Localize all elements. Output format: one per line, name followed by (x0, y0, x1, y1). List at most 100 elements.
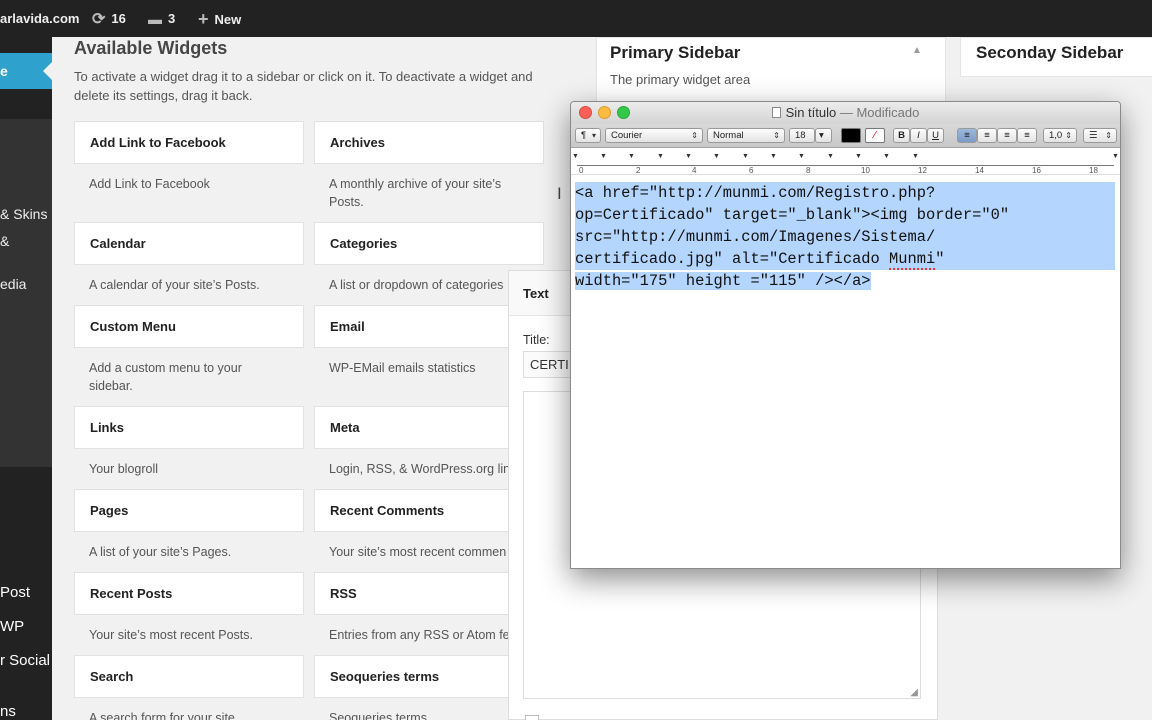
ruler-number: 0 (579, 166, 584, 175)
tab-stop-icon[interactable]: ▼ (713, 153, 720, 160)
tab-stop-icon[interactable]: ▼ (912, 153, 919, 160)
tab-stop-icon[interactable]: ▼ (657, 153, 664, 160)
justify-button[interactable]: ≡ (1017, 128, 1037, 143)
text-widget-header-label: Text (523, 286, 549, 301)
document-name: Sin título (785, 105, 837, 120)
widget-custom-menu[interactable]: Custom Menu (74, 305, 304, 348)
admin-menu: e & Skins & edia Post WP r Social ns (0, 37, 52, 720)
tab-stop-icon[interactable]: ▼ (798, 153, 805, 160)
tab-stop-icon[interactable]: ▼ (770, 153, 777, 160)
secondary-sidebar-title[interactable]: Seconday Sidebar (976, 43, 1123, 63)
font-family-value: Courier (611, 130, 643, 141)
paragraph-styles-button[interactable]: ¶ ▾ (575, 128, 601, 143)
ruler-number: 8 (806, 166, 811, 175)
primary-sidebar-desc: The primary widget area (610, 72, 751, 87)
updates-count: 16 (111, 11, 126, 26)
tab-stop-icon[interactable]: ▼ (742, 153, 749, 160)
tab-stop-icon[interactable]: ▼ (855, 153, 862, 160)
widget-add-link-facebook[interactable]: Add Link to Facebook (74, 121, 304, 164)
comments-link[interactable]: ▬ 3 (148, 0, 175, 37)
modified-status: Modificado (856, 105, 920, 120)
font-size-field[interactable]: 18 (789, 128, 815, 143)
align-center-button[interactable]: ≡ (977, 128, 997, 143)
widget-desc: Add a custom menu to your sidebar. (89, 361, 242, 393)
menu-item-current[interactable]: e (0, 53, 52, 89)
new-label: New (214, 12, 242, 27)
chevron-updown-icon: ⇕ (1065, 131, 1072, 140)
format-toolbar: ¶ ▾ Courier ⇕ Normal ⇕ 18 ▾ ⁄ B I U ≡ ≡ ≡ ≡… (571, 124, 1120, 148)
selected-text: src="http://munmi.com/Imagenes/Sistema/ (575, 226, 1115, 248)
font-style-select[interactable]: Normal ⇕ (707, 128, 785, 143)
auto-paragraph-checkbox[interactable] (525, 715, 539, 720)
widget-desc: A monthly archive of your site’s Posts. (329, 177, 502, 209)
widget-recent-posts[interactable]: Recent Posts (74, 572, 304, 615)
list-bullets-select[interactable]: ☰ ⇕ (1083, 128, 1117, 143)
widget-calendar[interactable]: Calendar (74, 222, 304, 265)
bold-button[interactable]: B (893, 128, 910, 143)
available-widgets-description: To activate a widget drag it to a sideba… (74, 69, 533, 103)
ruler-number: 10 (861, 166, 870, 175)
menu-item-amp[interactable]: & (0, 233, 9, 249)
updates-link[interactable]: ⟳ 16 (92, 0, 126, 37)
tab-stop-icon[interactable]: ▼ (572, 153, 579, 160)
text-color-swatch[interactable] (841, 128, 861, 143)
italic-button[interactable]: I (910, 128, 927, 143)
chevron-updown-icon: ⇕ (1105, 131, 1112, 140)
ruler[interactable]: ▼ ▼ ▼ ▼ ▼ ▼ ▼ ▼ ▼ ▼ ▼ ▼ ▼ ▼ 0 2 4 6 8 10… (571, 149, 1120, 175)
line-spacing-value: 1,0 (1049, 130, 1063, 141)
menu-item-media[interactable]: edia (0, 276, 26, 292)
collapse-caret-icon[interactable]: ▲ (912, 45, 922, 56)
highlight-color-swatch[interactable]: ⁄ (865, 128, 885, 143)
menu-item-post[interactable]: Post (0, 584, 30, 601)
align-center-icon: ≡ (984, 130, 990, 141)
primary-sidebar-title[interactable]: Primary Sidebar (610, 43, 740, 63)
text-line: certificado.jpg" alt="Certificado Munmi" (575, 248, 1115, 270)
chevron-down-icon: ▾ (819, 130, 824, 141)
align-right-button[interactable]: ≡ (997, 128, 1017, 143)
line-spacing-select[interactable]: 1,0 ⇕ (1043, 128, 1077, 143)
widget-archives[interactable]: Archives (314, 121, 544, 164)
widget-desc: A list of your site’s Pages. (89, 545, 232, 559)
right-margin-icon[interactable]: ▼ (1112, 153, 1119, 160)
widget-desc: Your site’s most recent Posts. (89, 628, 253, 642)
title-separator: — (836, 105, 857, 120)
comment-icon: ▬ (148, 11, 162, 27)
font-family-select[interactable]: Courier ⇕ (605, 128, 703, 143)
widget-desc: A calendar of your site’s Posts. (89, 278, 260, 292)
misspelled-word: Munmi (889, 250, 936, 270)
menu-item-wp[interactable]: WP (0, 618, 24, 635)
tab-stop-icon[interactable]: ▼ (685, 153, 692, 160)
widget-links[interactable]: Links (74, 406, 304, 449)
menu-item-skins[interactable]: & Skins (0, 206, 47, 222)
tab-stop-icon[interactable]: ▼ (628, 153, 635, 160)
tab-stop-icon[interactable]: ▼ (883, 153, 890, 160)
align-left-button[interactable]: ≡ (957, 128, 977, 143)
updates-icon: ⟳ (92, 11, 106, 28)
paragraph-icon: ¶ (581, 130, 587, 141)
document-icon (771, 107, 781, 118)
widget-categories[interactable]: Categories (314, 222, 544, 265)
textedit-window: Sin título — Modificado ¶ ▾ Courier ⇕ Norm… (570, 101, 1121, 569)
document-text-area[interactable]: <a href="http://munmi.com/Registro.php? … (575, 182, 1115, 292)
textedit-titlebar[interactable]: Sin título — Modificado (571, 102, 1120, 124)
widget-pages[interactable]: Pages (74, 489, 304, 532)
font-size-dropdown[interactable]: ▾ (815, 128, 832, 143)
menu-item-social[interactable]: r Social (0, 652, 50, 669)
resize-handle-icon[interactable]: ◢ (910, 687, 918, 698)
selected-text-line: certificado.jpg" alt="Certificado Munmi" (575, 248, 1115, 270)
selected-text: <a href="http://munmi.com/Registro.php? (575, 182, 1115, 204)
ibeam-cursor-icon: I (557, 184, 562, 203)
ruler-number: 18 (1089, 166, 1098, 175)
text-line: src="http://munmi.com/Imagenes/Sistema/ (575, 226, 1115, 248)
menu-item-ns[interactable]: ns (0, 703, 16, 720)
font-style-value: Normal (713, 130, 744, 141)
site-name-link[interactable]: arlavida.com (0, 0, 80, 37)
widget-search[interactable]: Search (74, 655, 304, 698)
title-label: Title: (523, 333, 550, 347)
tab-stop-icon[interactable]: ▼ (600, 153, 607, 160)
underline-button[interactable]: U (927, 128, 944, 143)
tab-stop-icon[interactable]: ▼ (827, 153, 834, 160)
ruler-number: 6 (749, 166, 754, 175)
new-content-link[interactable]: + New (198, 0, 241, 37)
window-title: Sin título — Modificado (571, 105, 1120, 120)
